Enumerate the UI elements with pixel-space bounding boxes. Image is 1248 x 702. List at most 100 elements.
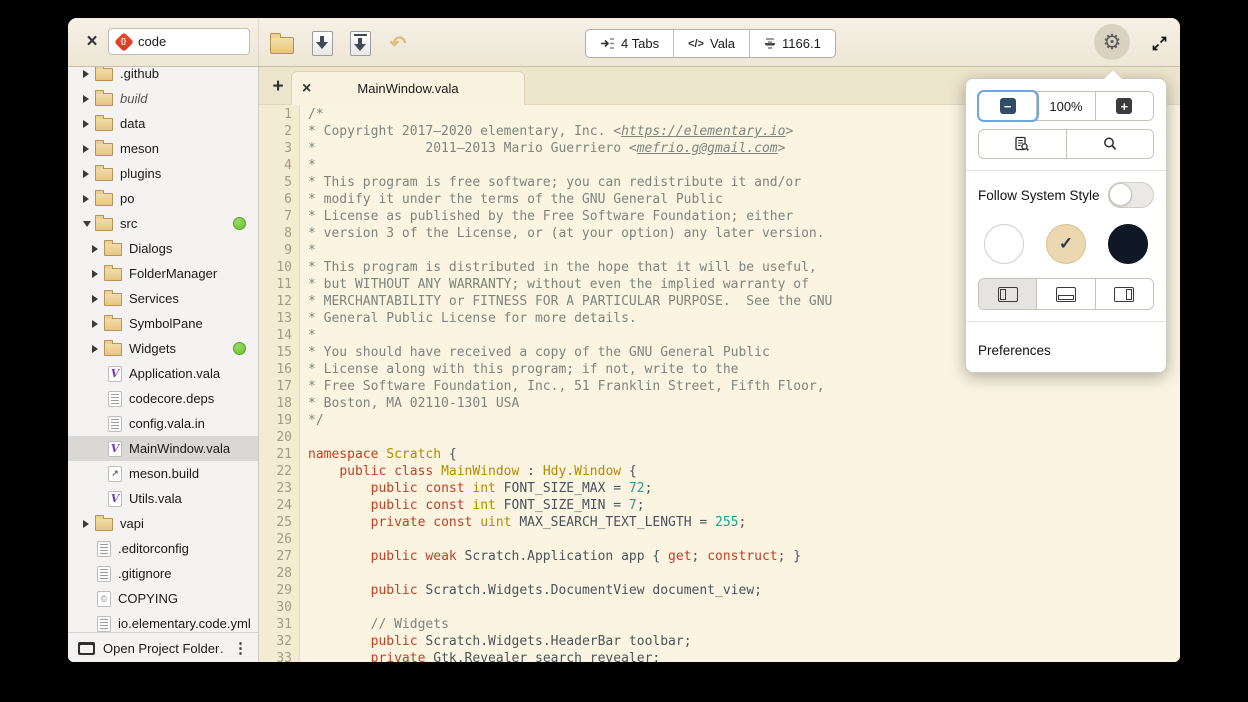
- line-goto-button[interactable]: 1166.1: [750, 30, 835, 57]
- window-close-button[interactable]: ×: [80, 30, 104, 54]
- line-number: 9: [259, 242, 292, 259]
- tabs-overview-button[interactable]: 4 Tabs: [586, 30, 674, 57]
- search-icon: [1102, 136, 1118, 152]
- code-line[interactable]: [308, 531, 1180, 548]
- code-line[interactable]: public Scratch.Widgets.HeaderBar toolbar…: [308, 633, 1180, 650]
- chevron-right-icon[interactable]: [83, 195, 95, 203]
- chevron-right-icon[interactable]: [83, 95, 95, 103]
- tree-item-codecore-deps[interactable]: codecore.deps: [68, 386, 258, 411]
- tree-item-src[interactable]: src: [68, 211, 258, 236]
- line-number: 26: [259, 531, 292, 548]
- code-line[interactable]: */: [308, 412, 1180, 429]
- save-as-button[interactable]: [346, 29, 374, 57]
- folder-icon: [95, 118, 113, 131]
- new-tab-button[interactable]: +: [265, 70, 291, 104]
- zoom-in-button[interactable]: +: [1096, 92, 1153, 120]
- tree-item-build[interactable]: build: [68, 86, 258, 111]
- tree-item-label: config.vala.in: [129, 416, 205, 431]
- tree-item-dialogs[interactable]: Dialogs: [68, 236, 258, 261]
- open-project-folder-button[interactable]: Open Project Folder…: [103, 641, 225, 656]
- folder-icon: [104, 318, 122, 331]
- zoom-level-button[interactable]: 100%: [1037, 92, 1095, 120]
- tree-item-label: .gitignore: [118, 566, 171, 581]
- project-chooser-button[interactable]: {} code: [108, 28, 250, 55]
- code-line[interactable]: * Boston, MA 02110-1301 USA: [308, 395, 1180, 412]
- revert-button[interactable]: ↶: [384, 29, 412, 57]
- code-line[interactable]: public const int FONT_SIZE_MIN = 7;: [308, 497, 1180, 514]
- open-file-button[interactable]: [268, 29, 296, 57]
- code-line[interactable]: [308, 429, 1180, 446]
- chevron-right-icon[interactable]: [92, 345, 104, 353]
- tree-item--gitignore[interactable]: .gitignore: [68, 561, 258, 586]
- tree-item-services[interactable]: Services: [68, 286, 258, 311]
- style-dark-option[interactable]: [1108, 224, 1148, 264]
- tree-item-mainwindow-vala[interactable]: VMainWindow.vala: [68, 436, 258, 461]
- chevron-right-icon[interactable]: [83, 170, 95, 178]
- language-button[interactable]: </> Vala: [674, 30, 750, 57]
- code-line[interactable]: * Free Software Foundation, Inc., 51 Fra…: [308, 378, 1180, 395]
- line-number: 21: [259, 446, 292, 463]
- code-brackets-icon: </>: [688, 38, 704, 50]
- code-line[interactable]: private const uint MAX_SEARCH_TEXT_LENGT…: [308, 514, 1180, 531]
- code-line[interactable]: private Gtk.Revealer search_revealer;: [308, 650, 1180, 662]
- code-line[interactable]: public weak Scratch.Application app { ge…: [308, 548, 1180, 565]
- zoom-level: 100%: [1049, 99, 1082, 114]
- tree-item-copying[interactable]: ©COPYING: [68, 586, 258, 611]
- style-solarized-option-selected[interactable]: ✓: [1046, 224, 1086, 264]
- tree-item--editorconfig[interactable]: .editorconfig: [68, 536, 258, 561]
- style-light-option[interactable]: [984, 224, 1024, 264]
- code-line[interactable]: [308, 565, 1180, 582]
- line-number: 33: [259, 650, 292, 662]
- toggle-left-panel-button[interactable]: [979, 279, 1037, 309]
- tab-mainwindow-vala[interactable]: × MainWindow.vala: [291, 71, 525, 105]
- tab-close-icon[interactable]: ×: [302, 80, 320, 98]
- chevron-right-icon[interactable]: [83, 520, 95, 528]
- follow-system-style-switch[interactable]: [1108, 182, 1154, 208]
- tree-item-vapi[interactable]: vapi: [68, 511, 258, 536]
- code-line[interactable]: // Widgets: [308, 616, 1180, 633]
- chevron-right-icon[interactable]: [83, 145, 95, 153]
- settings-menu-button[interactable]: ⚙: [1094, 24, 1130, 60]
- tree-item-config-vala-in[interactable]: config.vala.in: [68, 411, 258, 436]
- tree-item-symbolpane[interactable]: SymbolPane: [68, 311, 258, 336]
- tree-item-widgets[interactable]: Widgets: [68, 336, 258, 361]
- save-button[interactable]: [308, 29, 336, 57]
- tree-item-meson[interactable]: meson: [68, 136, 258, 161]
- code-line[interactable]: namespace Scratch {: [308, 446, 1180, 463]
- chevron-right-icon[interactable]: [92, 295, 104, 303]
- tree-item-data[interactable]: data: [68, 111, 258, 136]
- chevron-right-icon[interactable]: [92, 245, 104, 253]
- toggle-bottom-panel-button[interactable]: [1037, 279, 1095, 309]
- open-folder-icon: [270, 37, 294, 54]
- chevron-right-icon[interactable]: [92, 270, 104, 278]
- tree-item-plugins[interactable]: plugins: [68, 161, 258, 186]
- chevron-down-icon[interactable]: [83, 221, 95, 227]
- toggle-right-panel-button[interactable]: [1096, 279, 1153, 309]
- chevron-right-icon[interactable]: [83, 70, 95, 78]
- fullscreen-button[interactable]: [1148, 32, 1170, 54]
- folder-icon: [104, 343, 122, 356]
- bottom-panel-icon: [1056, 287, 1076, 302]
- code-line[interactable]: public class MainWindow : Hdy.Window {: [308, 463, 1180, 480]
- code-line[interactable]: [308, 599, 1180, 616]
- find-in-document-icon: [1014, 136, 1030, 152]
- tree-item-utils-vala[interactable]: VUtils.vala: [68, 486, 258, 511]
- find-button[interactable]: [1067, 130, 1154, 158]
- tree-item-foldermanager[interactable]: FolderManager: [68, 261, 258, 286]
- tree-item-label: MainWindow.vala: [129, 441, 230, 456]
- tree-item-meson-build[interactable]: ↗meson.build: [68, 461, 258, 486]
- find-in-project-button[interactable]: [979, 130, 1067, 158]
- zoom-out-button[interactable]: −: [979, 92, 1037, 120]
- code-line[interactable]: public Scratch.Widgets.DocumentView docu…: [308, 582, 1180, 599]
- line-number: 29: [259, 582, 292, 599]
- code-line[interactable]: public const int FONT_SIZE_MAX = 72;: [308, 480, 1180, 497]
- preferences-menuitem[interactable]: Preferences: [978, 333, 1154, 360]
- tree-item-application-vala[interactable]: VApplication.vala: [68, 361, 258, 386]
- chevron-right-icon[interactable]: [92, 320, 104, 328]
- tree-item-po[interactable]: po: [68, 186, 258, 211]
- line-number: 30: [259, 599, 292, 616]
- right-panel-icon: [1114, 287, 1134, 302]
- sidebar-menu-button[interactable]: ⋮: [233, 639, 248, 657]
- tree-item-io-elementary-code-yml[interactable]: io.elementary.code.yml: [68, 611, 258, 632]
- chevron-right-icon[interactable]: [83, 120, 95, 128]
